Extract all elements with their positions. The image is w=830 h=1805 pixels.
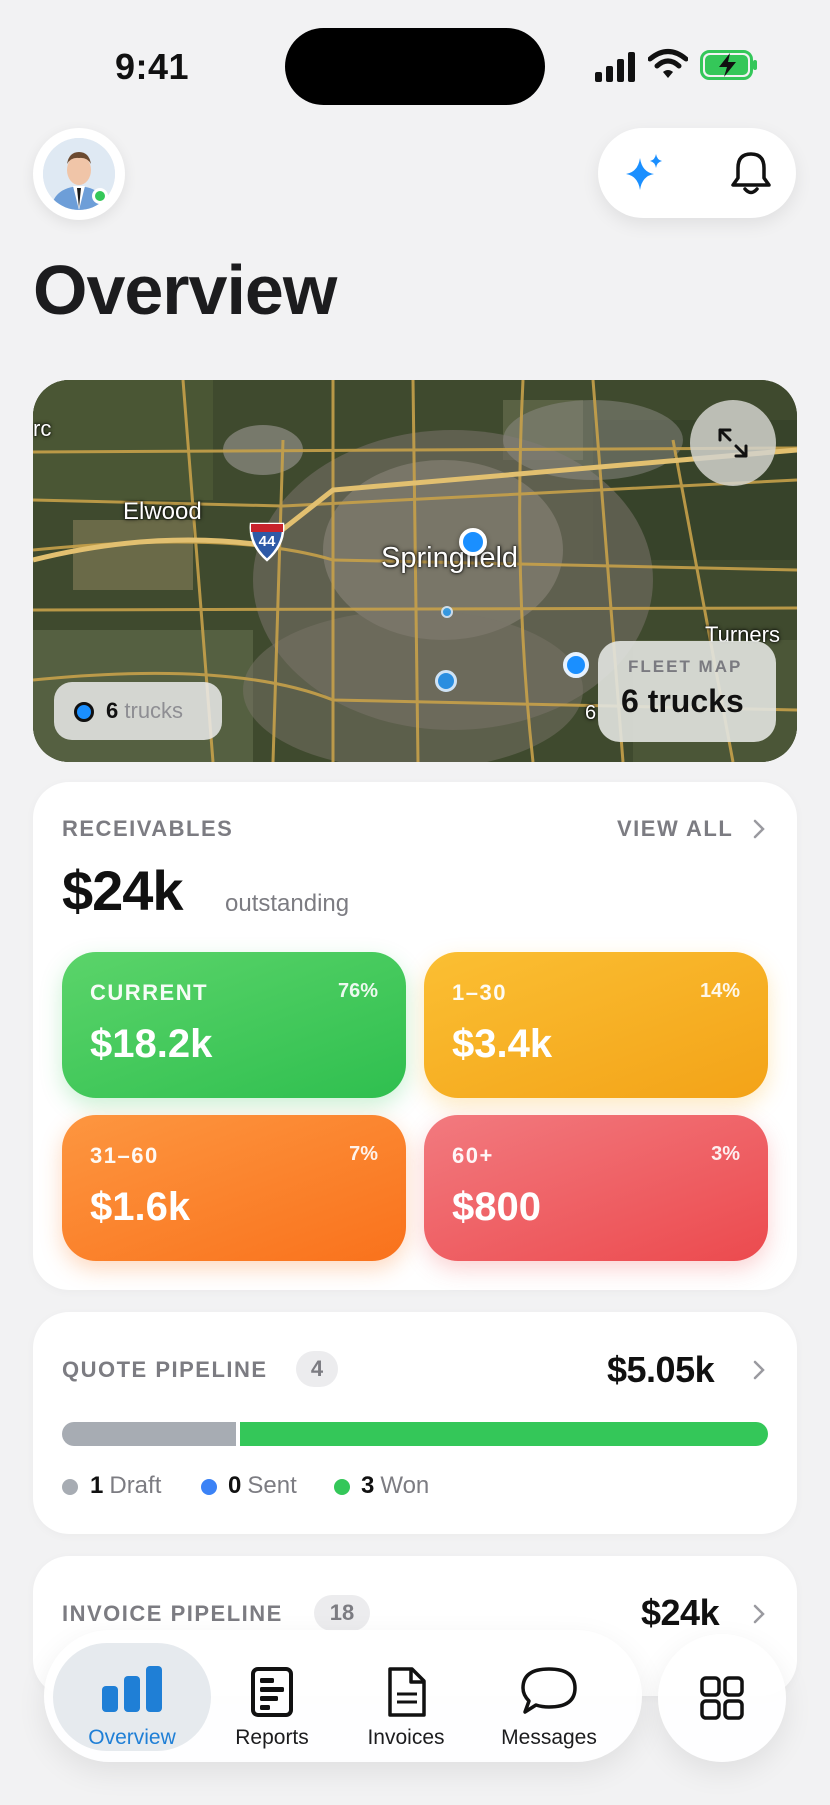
receivables-label: RECEIVABLES	[62, 816, 234, 841]
bucket-percent: 7%	[349, 1143, 378, 1165]
tab-messages[interactable]: Messages	[488, 1640, 610, 1760]
bucket-label: CURRENT	[90, 980, 209, 1005]
map-label-edge-left: rc	[33, 416, 52, 441]
receivables-total-suffix: outstanding	[225, 890, 350, 917]
bucket-label: 60+	[452, 1143, 494, 1168]
quote-count-badge: 4	[296, 1351, 338, 1387]
profile-avatar[interactable]	[33, 128, 125, 220]
status-time: 9:41	[115, 46, 190, 87]
tab-label: Invoices	[367, 1726, 445, 1749]
truck-marker[interactable]	[435, 670, 457, 692]
fleet-map-chip[interactable]: FLEET MAP 6 trucks	[598, 641, 776, 742]
legend-won: 3 Won	[361, 1472, 430, 1499]
receivables-total: $24k	[62, 859, 184, 922]
dynamic-island	[285, 28, 545, 105]
quote-pipeline-label: QUOTE PIPELINE	[62, 1357, 268, 1382]
bucket-60-plus-tile[interactable]: 60+ 3% $800	[424, 1115, 768, 1261]
truck-marker[interactable]	[563, 652, 589, 678]
chevron-right-icon[interactable]	[752, 1359, 766, 1381]
truck-marker[interactable]	[459, 528, 487, 556]
tab-label: Overview	[88, 1726, 176, 1749]
ai-sparkle-icon[interactable]	[624, 152, 666, 194]
bar-chart-icon	[102, 1666, 162, 1712]
bucket-percent: 76%	[337, 980, 378, 1002]
truck-count-chip[interactable]: 6 trucks	[54, 682, 222, 740]
fleet-map-value: 6 trucks	[621, 683, 744, 719]
legend-draft: 1 Draft	[90, 1472, 162, 1499]
map-label-edge-right: 6	[585, 702, 597, 724]
tab-label: Messages	[501, 1726, 597, 1749]
legend-dot-won	[334, 1479, 350, 1495]
tab-invoices[interactable]: Invoices	[352, 1640, 460, 1760]
fleet-map-label: FLEET MAP	[628, 657, 743, 676]
bucket-percent: 14%	[699, 980, 740, 1002]
legend-sent: 0 Sent	[228, 1472, 297, 1499]
bucket-amount: $1.6k	[90, 1185, 191, 1229]
invoice-pipeline-amount: $24k	[641, 1592, 720, 1633]
map-label-springfield: Springfield	[381, 542, 519, 574]
tab-label: Reports	[235, 1726, 309, 1749]
quote-pipeline-amount: $5.05k	[607, 1349, 715, 1390]
bucket-percent: 3%	[711, 1143, 740, 1165]
apps-grid-button[interactable]	[658, 1634, 786, 1762]
bell-icon[interactable]	[730, 150, 772, 196]
page-title: Overview	[33, 251, 337, 329]
tab-overview[interactable]: Overview	[53, 1640, 211, 1760]
bucket-amount: $800	[452, 1185, 541, 1229]
cellular-signal-icon	[595, 52, 635, 82]
bucket-label: 1–30	[452, 980, 507, 1005]
chat-bubble-icon	[521, 1667, 577, 1714]
truck-count: 6	[106, 698, 119, 723]
wifi-icon	[648, 49, 688, 78]
bucket-31-60-tile[interactable]: 31–60 7% $1.6k	[62, 1115, 406, 1261]
invoice-pipeline-label: INVOICE PIPELINE	[62, 1601, 283, 1626]
tab-reports[interactable]: Reports	[218, 1640, 326, 1760]
invoice-count-badge: 18	[314, 1595, 370, 1631]
report-icon	[251, 1667, 293, 1717]
interstate-number: 44	[258, 533, 276, 550]
chevron-right-icon[interactable]	[752, 818, 766, 840]
legend-dot-draft	[62, 1479, 78, 1495]
status-bar: 9:41	[0, 0, 830, 120]
bucket-amount: $18.2k	[90, 1022, 213, 1066]
pipeline-bar-won	[240, 1422, 768, 1446]
bucket-1-30-tile[interactable]: 1–30 14% $3.4k	[424, 952, 768, 1098]
pipeline-bar-draft	[62, 1422, 236, 1446]
interstate-shield-icon: 44	[247, 520, 287, 562]
view-all-link[interactable]: VIEW ALL	[617, 816, 733, 842]
map-label-elwood: Elwood	[123, 498, 202, 525]
chevron-right-icon[interactable]	[752, 1603, 766, 1625]
truck-unit: trucks	[124, 698, 184, 723]
legend-dot-sent	[201, 1479, 217, 1495]
expand-map-button[interactable]	[690, 400, 776, 486]
truck-dot-icon	[74, 702, 94, 722]
bucket-current-tile[interactable]: CURRENT 76% $18.2k	[62, 952, 406, 1098]
expand-arrows-icon	[718, 428, 748, 458]
grid-icon	[700, 1676, 744, 1720]
bucket-amount: $3.4k	[452, 1022, 553, 1066]
bucket-label: 31–60	[90, 1143, 159, 1168]
document-icon	[388, 1667, 426, 1717]
battery-charging-icon	[700, 50, 757, 80]
online-status-dot	[92, 188, 108, 204]
